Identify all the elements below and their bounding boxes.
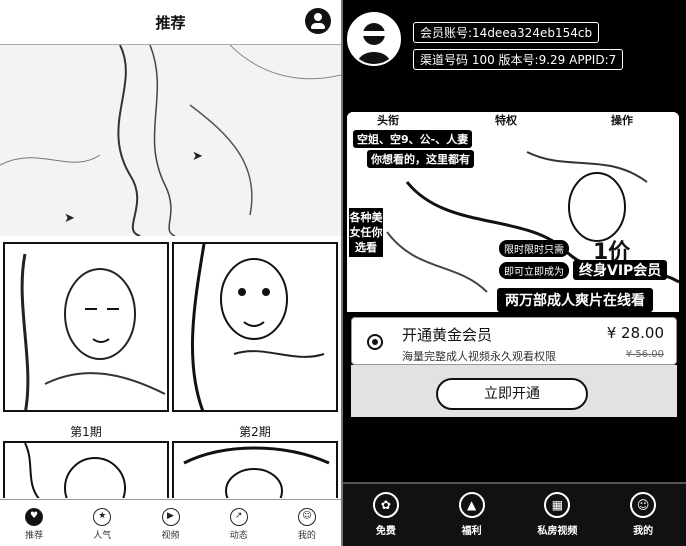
member-account-label: 会员账号:14deea324eb154cb: [413, 22, 600, 43]
banner-bottom-text: 两万部成人爽片在线看: [497, 288, 653, 312]
pay-now-button[interactable]: 立即开通: [436, 378, 588, 410]
avatar[interactable]: [347, 12, 401, 66]
tab-mine[interactable]: ☺ 我的: [273, 500, 341, 546]
user-profile-icon[interactable]: [305, 8, 331, 34]
bottom-tab-bar: ♥ 推荐 ★ 人气 ▶ 视频 ↗ 动态 ☺ 我的: [0, 499, 341, 546]
film-icon: ▦: [544, 492, 571, 518]
tab-mine[interactable]: ☺ 我的: [600, 484, 686, 546]
heart-icon: ♥: [25, 508, 44, 526]
tab-label: 人气: [93, 531, 112, 541]
page-title: 推荐: [155, 14, 186, 32]
original-price: ¥ 56.00: [625, 349, 664, 360]
mountain-icon: ▲: [458, 492, 485, 518]
bottom-tab-bar: ✿ 免费 ▲ 福利 ▦ 私房视频 ☺ 我的: [343, 482, 686, 546]
offer-price: ¥ 28.00: [606, 324, 664, 342]
thumbnail-art: [24, 443, 126, 498]
play-icon: ▶: [161, 508, 180, 526]
tab-label: 福利: [461, 526, 482, 537]
left-app-screen: 推荐 ➤ ➤ 第1期 第2期 ♥ 推荐 ★ 人气 ▶ 视频 ↗ 动态 ☺ 我的: [0, 0, 341, 546]
banner-tab: 头衔: [377, 114, 399, 127]
star-icon: ★: [93, 508, 112, 526]
tab-welfare[interactable]: ▲ 福利: [429, 484, 515, 546]
comic-thumbnail[interactable]: [3, 441, 169, 498]
tab-popular[interactable]: ★ 人气: [68, 500, 136, 546]
featured-image-art: [0, 45, 341, 236]
tab-recommend[interactable]: ♥ 推荐: [0, 500, 68, 546]
banner-caption: 空姐、空9、公-、人妻: [353, 130, 473, 148]
tab-label: 私房视频: [537, 526, 578, 537]
channel-version-label: 渠道号码 100 版本号:9.29 APPID:7: [413, 49, 624, 70]
comic-thumbnail[interactable]: [3, 242, 169, 412]
tab-label: 我的: [297, 531, 316, 541]
header-bar: 推荐: [0, 0, 341, 45]
comic-thumbnail[interactable]: [172, 441, 338, 498]
avatar-art: [357, 23, 391, 64]
offer-title: 开通黄金会员: [402, 326, 493, 344]
thumbnail-art: [174, 244, 336, 410]
user-icon: ☺: [630, 492, 657, 518]
tab-label: 我的: [633, 526, 654, 537]
tab-label: 免费: [375, 526, 396, 537]
pay-area: 立即开通: [351, 365, 677, 417]
banner-tab: 特权: [495, 114, 517, 127]
tab-video[interactable]: ▶ 视频: [136, 500, 204, 546]
tab-label: 动态: [229, 531, 248, 541]
banner-pill: 限时限时只需: [499, 240, 569, 257]
gift-icon: ✿: [372, 492, 399, 518]
tab-private-video[interactable]: ▦ 私房视频: [515, 484, 601, 546]
cursor-icon: ➤: [192, 149, 203, 164]
comic-thumbnail[interactable]: [172, 242, 338, 412]
membership-offer[interactable]: 开通黄金会员 ¥ 28.00 海量完整成人视频永久观看权限 ¥ 56.00: [351, 317, 677, 365]
tab-label: 视频: [161, 531, 180, 541]
banner-vip-text: 终身VIP会员: [573, 260, 668, 280]
right-app-screen: 会员账号:14deea324eb154cb 渠道号码 100 版本号:9.29 …: [343, 0, 686, 546]
banner-side-text: 各种美女任你选看: [349, 208, 383, 257]
banner-tab: 操作: [611, 114, 633, 127]
featured-banner-image[interactable]: ➤ ➤: [0, 45, 341, 236]
user-icon: ☺: [297, 508, 316, 526]
issue-label: 第2期: [239, 425, 271, 439]
thumbnail-art: [20, 253, 166, 410]
issue-label: 第1期: [70, 425, 102, 439]
tab-trends[interactable]: ↗ 动态: [205, 500, 273, 546]
banner-pill: 即可立即成为: [499, 262, 569, 279]
cursor-icon: ➤: [64, 211, 75, 226]
radio-selected-icon[interactable]: [367, 334, 383, 350]
tab-free[interactable]: ✿ 免费: [343, 484, 429, 546]
vip-promo-banner[interactable]: 头衔 特权 操作 空姐、空9、公-、人妻 你想看的，这里都有 各种美女任你选看 …: [347, 112, 679, 312]
trend-icon: ↗: [229, 508, 248, 526]
tab-label: 推荐: [25, 531, 44, 541]
thumbnail-art: [183, 446, 330, 498]
banner-caption: 你想看的，这里都有: [367, 150, 474, 168]
offer-description: 海量完整成人视频永久观看权限: [402, 350, 556, 363]
